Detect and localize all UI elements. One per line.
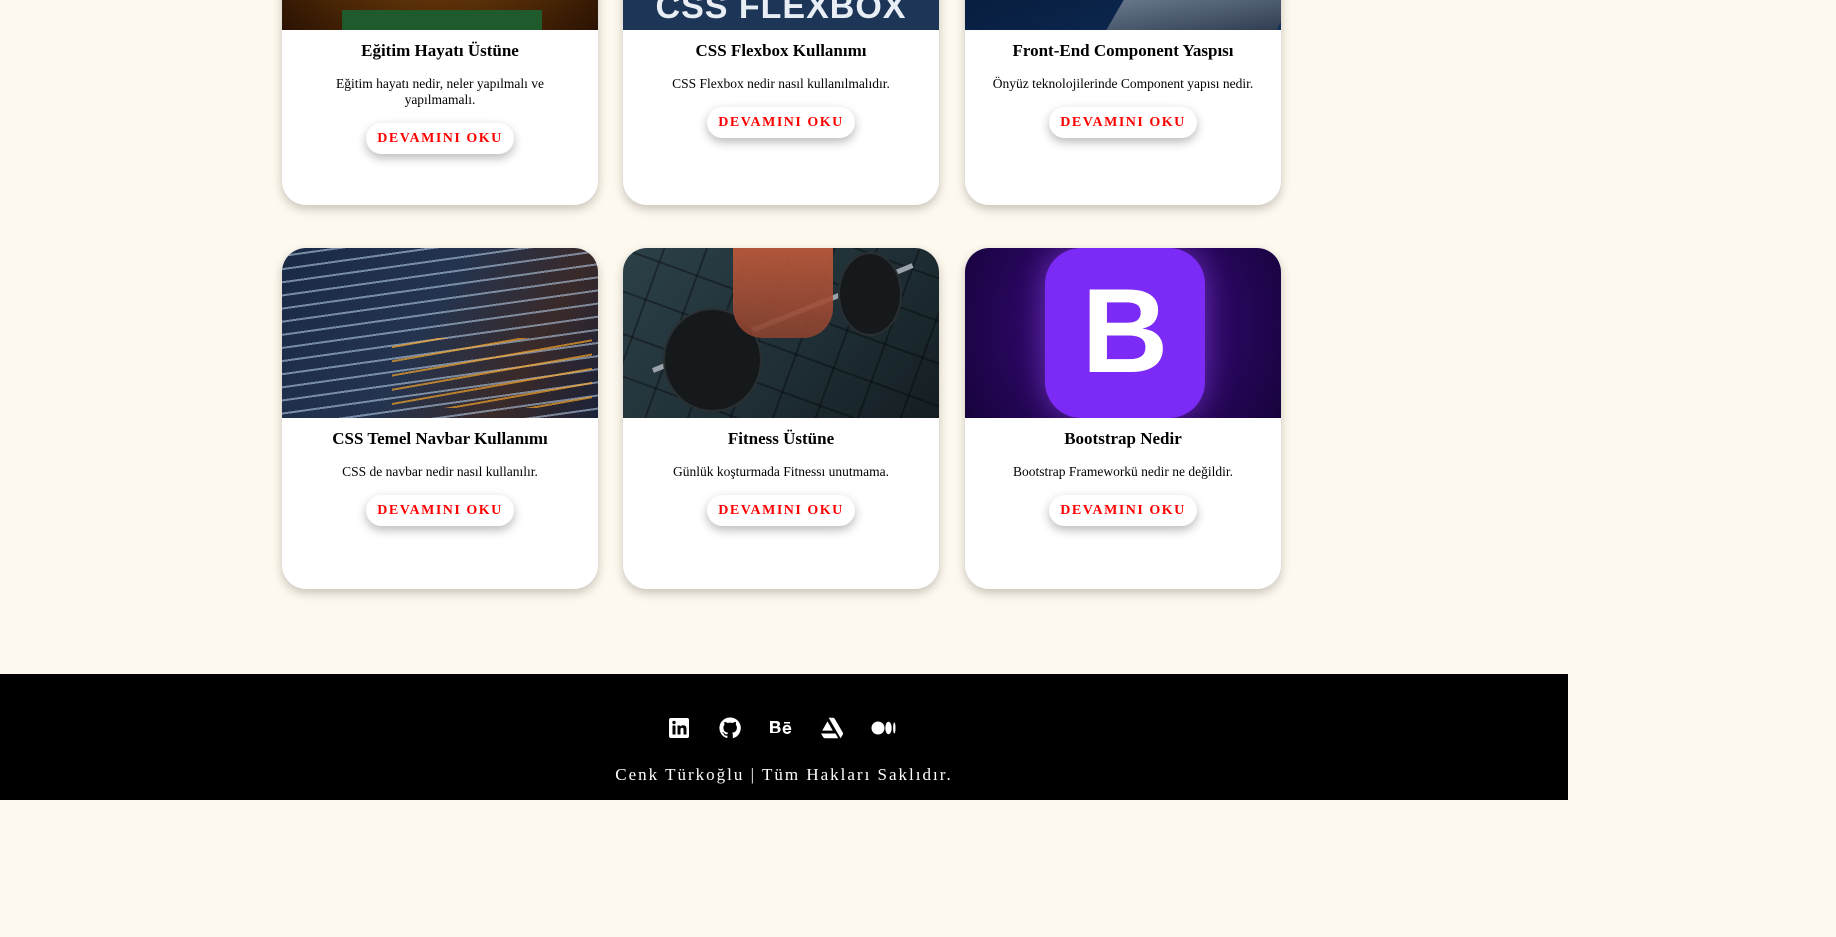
card-title: Fitness Üstüne bbox=[727, 429, 835, 448]
books-image bbox=[282, 0, 598, 30]
blog-card: Front-End Component Yaspısı Önyüz teknol… bbox=[965, 0, 1281, 205]
weight-plate-right bbox=[838, 252, 902, 336]
card-title: Bootstrap Nedir bbox=[1064, 429, 1182, 448]
code-highlight bbox=[392, 338, 592, 408]
card-description: CSS Flexbox nedir nasıl kullanılmalıdır. bbox=[672, 76, 890, 91]
read-more-button[interactable]: DEVAMINI OKU bbox=[1049, 107, 1197, 138]
medium-icon[interactable] bbox=[871, 716, 897, 740]
read-more-button[interactable]: DEVAMINI OKU bbox=[1049, 495, 1197, 526]
read-more-button[interactable]: DEVAMINI OKU bbox=[707, 495, 855, 526]
athlete-legs bbox=[733, 248, 833, 338]
read-more-button[interactable]: DEVAMINI OKU bbox=[366, 495, 514, 526]
card-description: Eğitim hayatı nedir, neler yapılmalı ve … bbox=[336, 76, 544, 107]
card-description: Bootstrap Frameworkü nedir ne değildir. bbox=[1012, 464, 1234, 479]
card-description: CSS de navbar nedir nasıl kullanılır. bbox=[342, 464, 538, 479]
card-description: Günlük koşturmada Fitnessı unutmama. bbox=[673, 464, 889, 479]
read-more-button[interactable]: DEVAMINI OKU bbox=[707, 107, 855, 138]
blog-card: CSS FLEXBOX CSS Flexbox Kullanımı CSS Fl… bbox=[623, 0, 939, 205]
laptop-image bbox=[965, 0, 1281, 30]
card-title: Eğitim Hayatı Üstüne bbox=[361, 41, 519, 60]
code-screen-image bbox=[282, 248, 598, 418]
blog-card: Fitness Üstüne Günlük koşturmada Fitness… bbox=[623, 248, 939, 589]
card-title: Front-End Component Yaspısı bbox=[1012, 41, 1234, 60]
laptop-shape bbox=[1103, 0, 1281, 30]
card-description: Önyüz teknolojilerinde Component yapısı … bbox=[992, 76, 1254, 91]
book-spine bbox=[342, 10, 542, 30]
blog-card-grid: Eğitim Hayatı Üstüne Eğitim hayatı nedir… bbox=[0, 0, 1568, 674]
css-flexbox-image: CSS FLEXBOX bbox=[623, 0, 939, 30]
blog-card: Eğitim Hayatı Üstüne Eğitim hayatı nedir… bbox=[282, 0, 598, 205]
behance-icon[interactable] bbox=[769, 716, 793, 740]
card-title: CSS Temel Navbar Kullanımı bbox=[332, 429, 548, 448]
barbell-image bbox=[623, 248, 939, 418]
css-flexbox-image-text: CSS FLEXBOX bbox=[655, 0, 907, 26]
blog-card: B Bootstrap Nedir Bootstrap Frameworkü n… bbox=[965, 248, 1281, 589]
blog-card: CSS Temel Navbar Kullanımı CSS de navbar… bbox=[282, 248, 598, 589]
artstation-icon[interactable] bbox=[820, 716, 844, 740]
github-icon[interactable] bbox=[718, 716, 742, 740]
card-title: CSS Flexbox Kullanımı bbox=[695, 41, 867, 60]
bootstrap-logo-letter: B bbox=[1081, 264, 1169, 398]
social-icons bbox=[0, 716, 1568, 740]
copyright-text: Cenk Türkoğlu | Tüm Hakları Saklıdır. bbox=[615, 765, 953, 784]
linkedin-icon[interactable] bbox=[667, 716, 691, 740]
read-more-button[interactable]: DEVAMINI OKU bbox=[366, 123, 514, 154]
bootstrap-logo-image: B bbox=[965, 248, 1281, 418]
